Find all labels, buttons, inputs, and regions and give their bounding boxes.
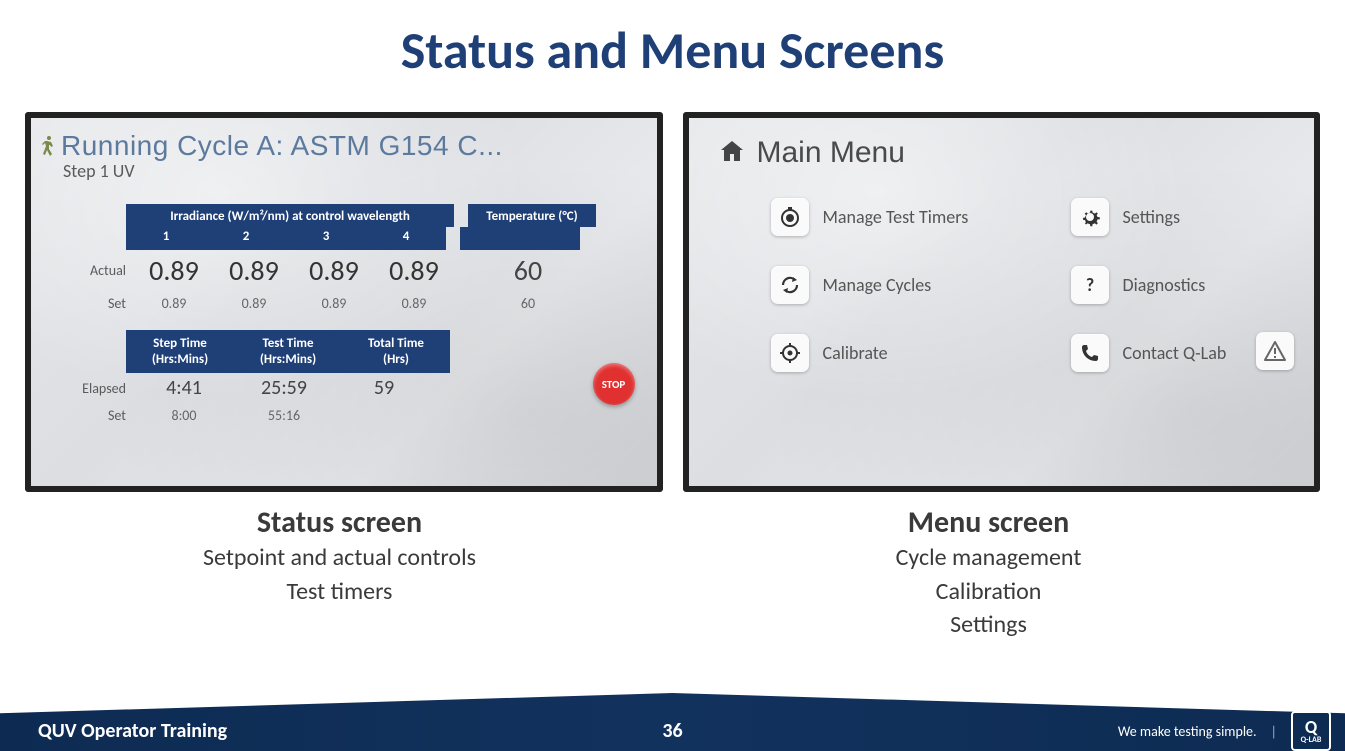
status-caption-line1: Setpoint and actual controls bbox=[25, 541, 654, 575]
menu-label: Calibrate bbox=[823, 342, 888, 364]
home-icon[interactable] bbox=[719, 139, 745, 168]
stop-button[interactable]: STOP bbox=[593, 363, 635, 405]
gear-icon bbox=[1071, 198, 1109, 236]
svg-text:?: ? bbox=[1085, 274, 1093, 296]
set-val-1: 0.89 bbox=[134, 295, 214, 312]
elapsed-step: 4:41 bbox=[134, 376, 234, 400]
menu-caption-title: Menu screen bbox=[674, 504, 1303, 541]
footer-page: 36 bbox=[227, 719, 1118, 743]
row-set-label: Set bbox=[61, 295, 134, 312]
menu-caption-line3: Settings bbox=[674, 608, 1303, 642]
status-screen-panel: Running Cycle A: ASTM G154 C... Step 1 U… bbox=[25, 112, 663, 492]
status-caption-title: Status screen bbox=[25, 504, 654, 541]
actual-val-1: 0.89 bbox=[134, 253, 214, 288]
set-val-3: 0.89 bbox=[294, 295, 374, 312]
set-step: 8:00 bbox=[134, 407, 234, 424]
menu-caption: Menu screen Cycle management Calibration… bbox=[674, 504, 1303, 642]
menu-item-diagnostics[interactable]: ? Diagnostics bbox=[1071, 266, 1291, 304]
menu-screen-panel: Main Menu Manage Test Timers Settings bbox=[683, 112, 1321, 492]
qlab-logo: Q Q-LAB bbox=[1291, 711, 1331, 751]
actual-temp: 60 bbox=[468, 253, 588, 288]
set-val-2: 0.89 bbox=[214, 295, 294, 312]
footer-tagline: We make testing simple. bbox=[1118, 723, 1257, 740]
stopwatch-icon bbox=[771, 198, 809, 236]
slide-title: Status and Menu Screens bbox=[0, 0, 1345, 82]
step-time-header: Step Time(Hrs:Mins) bbox=[126, 330, 234, 373]
menu-caption-line1: Cycle management bbox=[674, 541, 1303, 575]
running-icon bbox=[41, 136, 55, 164]
actual-val-2: 0.89 bbox=[214, 253, 294, 288]
menu-label: Contact Q-Lab bbox=[1123, 342, 1227, 364]
row-actual-label: Actual bbox=[61, 262, 134, 279]
set-test: 55:16 bbox=[234, 407, 334, 424]
menu-item-manage-cycles[interactable]: Manage Cycles bbox=[771, 266, 1051, 304]
menu-label: Manage Cycles bbox=[823, 274, 932, 296]
temperature-header: Temperature (°C) bbox=[468, 204, 596, 227]
irradiance-header: Irradiance (W/m²/nm) at control waveleng… bbox=[126, 204, 454, 227]
total-time-header: Total Time(Hrs) bbox=[342, 330, 450, 373]
status-caption-line2: Test timers bbox=[25, 575, 654, 609]
menu-item-settings[interactable]: Settings bbox=[1071, 198, 1291, 236]
cycle-title: Running Cycle A: ASTM G154 C... bbox=[61, 130, 637, 162]
set-temp: 60 bbox=[468, 295, 588, 312]
test-time-header: Test Time(Hrs:Mins) bbox=[234, 330, 342, 373]
row2-set-label: Set bbox=[61, 407, 134, 424]
col-1: 1 bbox=[126, 227, 206, 250]
actual-val-4: 0.89 bbox=[374, 253, 454, 288]
cycle-icon bbox=[771, 266, 809, 304]
elapsed-test: 25:59 bbox=[234, 376, 334, 400]
step-subtitle: Step 1 UV bbox=[63, 160, 637, 182]
col-2: 2 bbox=[206, 227, 286, 250]
actual-val-3: 0.89 bbox=[294, 253, 374, 288]
col-3: 3 bbox=[286, 227, 366, 250]
menu-label: Manage Test Timers bbox=[823, 206, 969, 228]
menu-label: Settings bbox=[1123, 206, 1181, 228]
col-4: 4 bbox=[366, 227, 446, 250]
set-val-4: 0.89 bbox=[374, 295, 454, 312]
main-menu-title: Main Menu bbox=[757, 136, 905, 170]
status-caption: Status screen Setpoint and actual contro… bbox=[25, 504, 654, 642]
phone-icon bbox=[1071, 334, 1109, 372]
question-icon: ? bbox=[1071, 266, 1109, 304]
elapsed-total: 59 bbox=[334, 376, 434, 400]
target-icon bbox=[771, 334, 809, 372]
menu-item-manage-test-timers[interactable]: Manage Test Timers bbox=[771, 198, 1051, 236]
row-elapsed-label: Elapsed bbox=[61, 380, 134, 397]
menu-label: Diagnostics bbox=[1123, 274, 1206, 296]
alert-icon[interactable] bbox=[1256, 332, 1294, 370]
menu-item-calibrate[interactable]: Calibrate bbox=[771, 334, 1051, 372]
footer-left: QUV Operator Training bbox=[0, 719, 227, 743]
menu-caption-line2: Calibration bbox=[674, 575, 1303, 609]
